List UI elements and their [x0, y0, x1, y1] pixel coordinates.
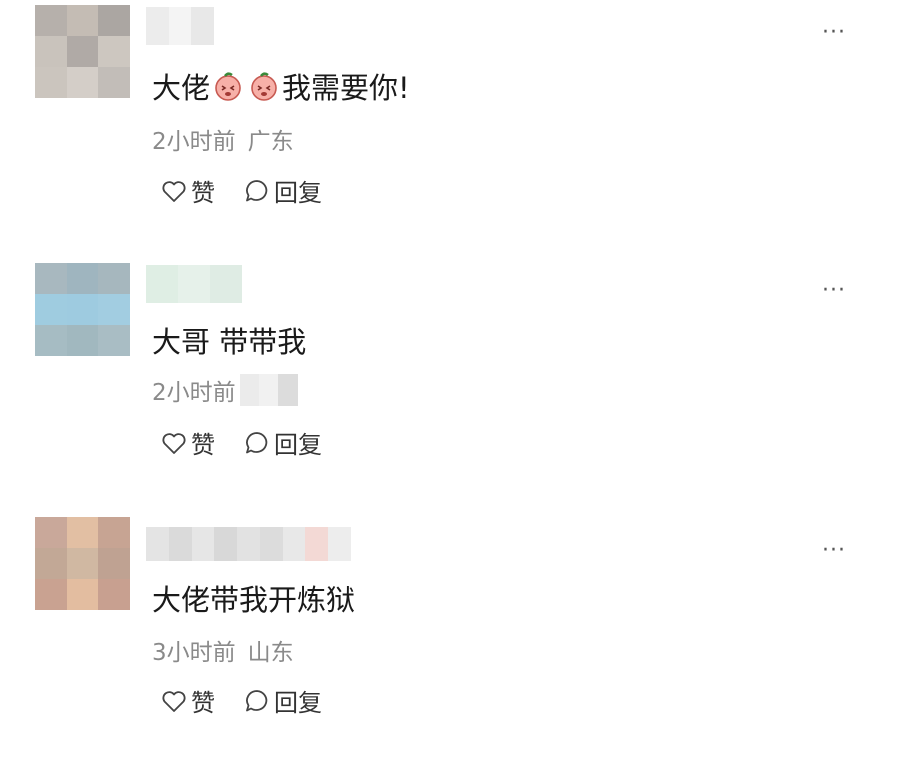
comment-time: 2小时前 [152, 129, 236, 155]
avatar-pixel [66, 517, 99, 548]
username-pixel [168, 527, 192, 561]
comment-bubble-icon [246, 431, 268, 453]
avatar-pixel [66, 5, 99, 36]
heart-icon [162, 690, 186, 712]
reply-button[interactable]: 回复 [243, 683, 322, 718]
location-pixel [258, 374, 279, 406]
heart-icon [162, 432, 186, 454]
avatar-pixel [35, 579, 67, 610]
avatar-pixel [35, 294, 67, 325]
avatar-pixel [98, 36, 130, 67]
avatar[interactable] [35, 5, 130, 98]
avatar-pixel [98, 5, 130, 36]
username-pixel [237, 527, 260, 561]
location-blurred [239, 374, 298, 406]
location-pixel [239, 374, 259, 406]
avatar-pixel [66, 263, 99, 294]
avatar[interactable] [35, 517, 130, 610]
comment-item: ··· 大佬带我开炼狱 3小时前 山东 赞 回复 [0, 517, 900, 757]
comment-location: 山东 [247, 640, 294, 666]
pleading-emoji-icon [251, 72, 277, 101]
username-blurred[interactable] [146, 527, 351, 561]
username-pixel [305, 527, 329, 561]
username-pixel [146, 527, 169, 561]
avatar-pixel [98, 548, 130, 579]
username-pixel [146, 265, 178, 303]
like-button[interactable]: 赞 [160, 173, 215, 208]
avatar-pixel [98, 67, 130, 98]
comment-item: ··· 大哥 带带我 2小时前 赞 回复 [0, 263, 900, 503]
username-pixel [214, 527, 238, 561]
comment-bubble-icon [246, 689, 268, 711]
comment-meta: 3小时前 山东 [152, 633, 294, 667]
avatar-pixel [35, 67, 67, 98]
comment-text: 大佬 我需要你! [152, 71, 410, 105]
avatar-pixel [35, 517, 67, 548]
avatar-pixel [66, 325, 99, 356]
avatar-pixel [98, 294, 130, 325]
username-pixel [328, 527, 351, 561]
comment-time: 2小时前 [152, 380, 236, 406]
more-options-icon[interactable]: ··· [822, 22, 846, 44]
username-blurred[interactable] [146, 7, 214, 45]
avatar-pixel [35, 263, 67, 294]
username-blurred[interactable] [146, 265, 242, 303]
more-options-icon[interactable]: ··· [822, 280, 846, 302]
comment-bubble-icon [246, 179, 268, 201]
username-pixel [282, 527, 306, 561]
like-button[interactable]: 赞 [160, 425, 215, 460]
avatar-pixel [35, 325, 67, 356]
heart-icon [162, 180, 186, 202]
avatar-pixel [35, 36, 67, 67]
avatar-pixel [98, 579, 130, 610]
comment-item: ··· 大佬 我需要你! 2小时前 广东 赞 回复 [0, 5, 900, 245]
avatar-pixel [98, 325, 130, 356]
reply-button[interactable]: 回复 [243, 425, 322, 460]
comment-meta: 2小时前 [152, 373, 298, 407]
comment-actions: 赞 回复 [160, 683, 322, 718]
username-pixel [178, 265, 210, 303]
avatar-pixel [35, 548, 67, 579]
avatar-pixel [66, 294, 99, 325]
avatar-pixel [66, 579, 99, 610]
avatar-pixel [98, 263, 130, 294]
avatar-pixel [66, 548, 99, 579]
username-pixel [259, 527, 283, 561]
avatar[interactable] [35, 263, 130, 356]
pleading-emoji-icon [215, 72, 241, 101]
more-options-icon[interactable]: ··· [822, 540, 846, 562]
avatar-pixel [66, 67, 99, 98]
username-pixel [210, 265, 242, 303]
comment-text: 大哥 带带我 [152, 325, 307, 359]
comment-meta: 2小时前 广东 [152, 122, 294, 156]
avatar-pixel [66, 36, 99, 67]
avatar-pixel [35, 5, 67, 36]
comment-time: 3小时前 [152, 640, 236, 666]
username-pixel [191, 7, 214, 45]
username-pixel [146, 7, 169, 45]
location-pixel [278, 374, 298, 406]
reply-button[interactable]: 回复 [243, 173, 322, 208]
username-pixel [191, 527, 215, 561]
comment-location: 广东 [247, 129, 294, 155]
like-button[interactable]: 赞 [160, 683, 215, 718]
avatar-pixel [98, 517, 130, 548]
username-pixel [168, 7, 192, 45]
comment-text: 大佬带我开炼狱 [152, 583, 356, 617]
comment-actions: 赞 回复 [160, 173, 322, 208]
comment-actions: 赞 回复 [160, 425, 322, 460]
